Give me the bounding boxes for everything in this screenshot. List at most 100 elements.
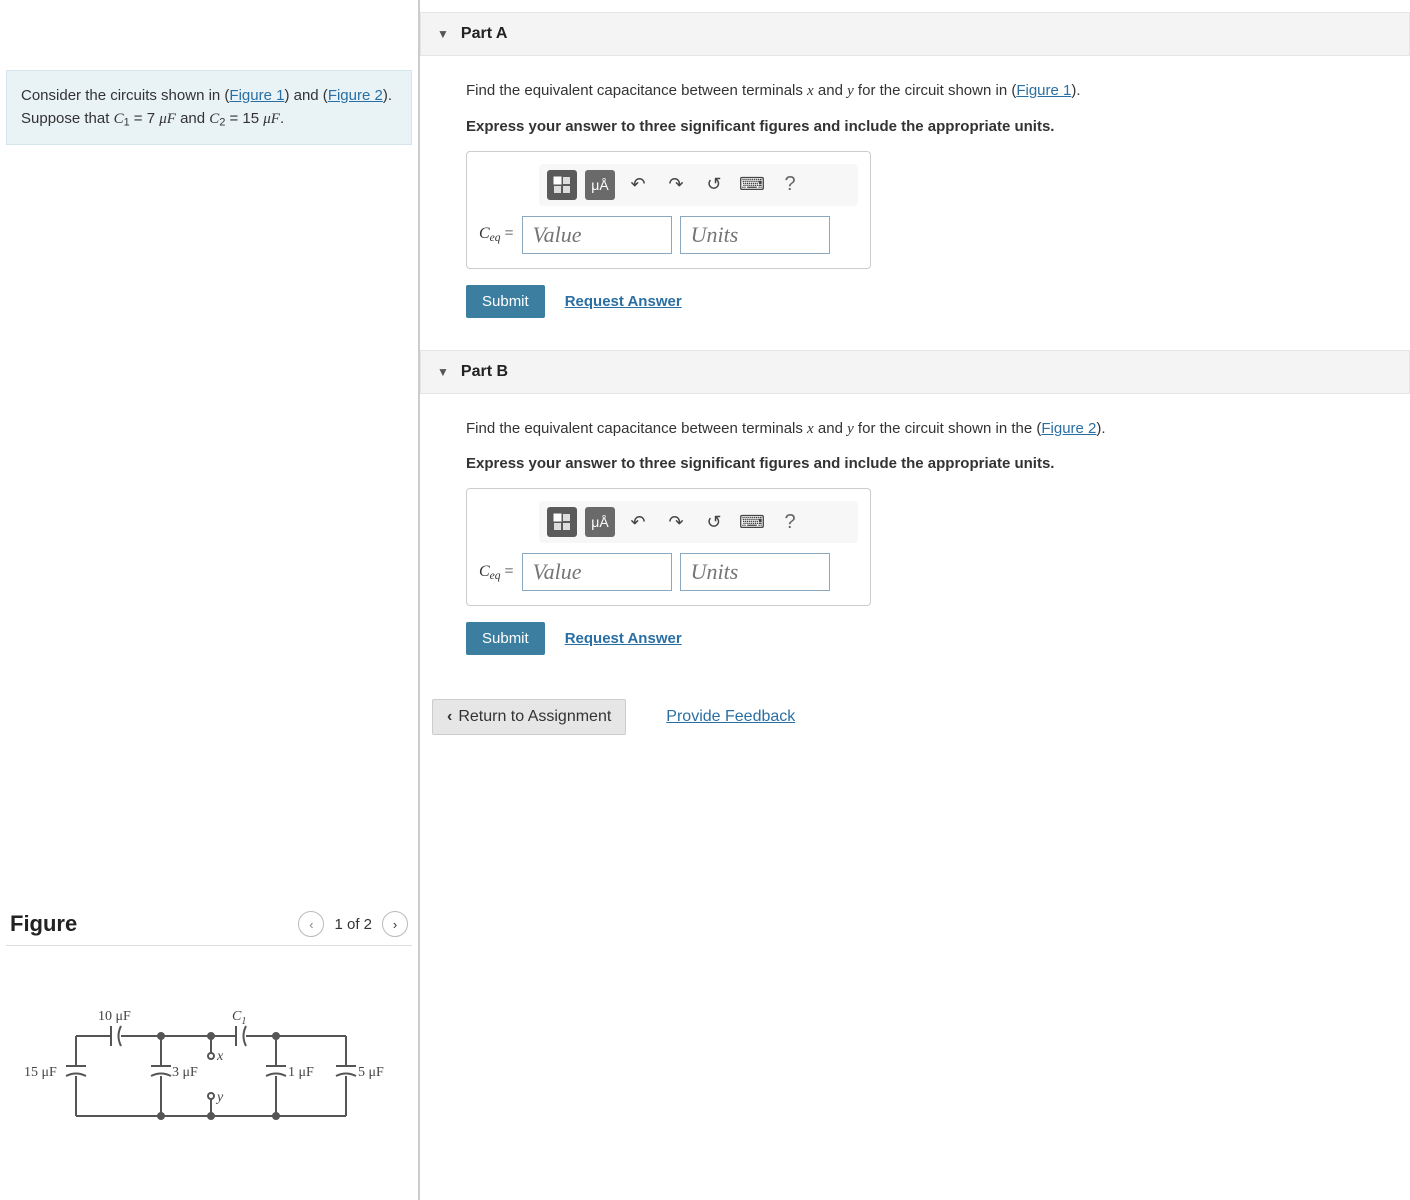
pb-y: y (847, 421, 854, 437)
part-a-answer-box: μÅ ↶ ↷ ↺ ⌨ ? Ceq = (466, 151, 871, 269)
fraction-icon (552, 513, 572, 531)
return-label: Return to Assignment (458, 708, 611, 726)
figure-2-link[interactable]: Figure 2 (328, 87, 383, 104)
part-b-submit-button[interactable]: Submit (466, 622, 545, 655)
chevron-left-icon: ‹ (309, 917, 313, 932)
part-b-instruction: Express your answer to three significant… (466, 455, 1380, 472)
help-label: ? (784, 511, 795, 534)
undo-button[interactable]: ↶ (623, 507, 653, 537)
part-b-toolbar: μÅ ↶ ↷ ↺ ⌨ ? (539, 501, 858, 543)
circuit-svg: 10 μF C1 15 μF 3 μF 1 μF 5 μF x y (16, 1006, 396, 1146)
pa-text-2: for the circuit shown in ( (854, 82, 1017, 99)
template-button[interactable] (547, 170, 577, 200)
keyboard-icon: ⌨ (739, 174, 765, 195)
figure-prev-button[interactable]: ‹ (298, 911, 324, 937)
undo-button[interactable]: ↶ (623, 170, 653, 200)
reset-icon: ↺ (706, 512, 721, 533)
and-text: and (176, 110, 209, 127)
part-a-value-input[interactable] (522, 216, 672, 254)
part-b-request-answer-link[interactable]: Request Answer (565, 630, 682, 647)
muF-1: μF (159, 111, 176, 127)
keyboard-button[interactable]: ⌨ (737, 507, 767, 537)
units-mu-button[interactable]: μÅ (585, 507, 615, 537)
part-a-actions: Submit Request Answer (466, 285, 1380, 318)
part-b-header[interactable]: ▼ Part B (420, 350, 1410, 394)
figure-title: Figure (10, 911, 77, 937)
part-a-input-row: Ceq = (479, 216, 858, 254)
mu-a-label: μÅ (591, 514, 608, 530)
pb-text-1: Find the equivalent capacitance between … (466, 420, 807, 437)
problem-text-3: ). (383, 87, 392, 104)
cap-3uf-label: 3 μF (172, 1065, 198, 1080)
undo-icon: ↶ (630, 512, 645, 533)
part-a-title: Part A (461, 25, 508, 43)
pb-figure-link[interactable]: Figure 2 (1041, 420, 1096, 437)
redo-button[interactable]: ↷ (661, 170, 691, 200)
figure-nav: ‹ 1 of 2 › (298, 911, 408, 937)
terminal-x-label: x (216, 1049, 224, 1064)
cap-15uf-label: 15 μF (24, 1065, 57, 1080)
cap-c1-sub: 1 (241, 1016, 246, 1027)
muF-2: μF (263, 111, 280, 127)
pb-text-2: for the circuit shown in the ( (854, 420, 1042, 437)
cap-5uf-label: 5 μF (358, 1065, 384, 1080)
reset-button[interactable]: ↺ (699, 507, 729, 537)
c1-val: = 7 (130, 110, 160, 127)
help-button[interactable]: ? (775, 507, 805, 537)
c2-symbol: C (209, 111, 219, 127)
reset-button[interactable]: ↺ (699, 170, 729, 200)
help-button[interactable]: ? (775, 170, 805, 200)
cap-1uf-label: 1 μF (288, 1065, 314, 1080)
redo-icon: ↷ (668, 512, 683, 533)
part-b-value-input[interactable] (522, 553, 672, 591)
footer-row: ‹ Return to Assignment Provide Feedback (420, 675, 1410, 735)
figure-counter: 1 of 2 (334, 916, 372, 933)
part-a-header[interactable]: ▼ Part A (420, 12, 1410, 56)
pb-text-3: ). (1096, 420, 1105, 437)
part-a-units-input[interactable] (680, 216, 830, 254)
part-b-input-row: Ceq = (479, 553, 858, 591)
ceq-label-a: Ceq = (479, 225, 514, 244)
template-button[interactable] (547, 507, 577, 537)
c2-val: = 15 (225, 110, 263, 127)
return-to-assignment-button[interactable]: ‹ Return to Assignment (432, 699, 626, 735)
problem-text-2: ) and ( (284, 87, 327, 104)
figure-next-button[interactable]: › (382, 911, 408, 937)
part-a-request-answer-link[interactable]: Request Answer (565, 293, 682, 310)
part-a-toolbar: μÅ ↶ ↷ ↺ ⌨ ? (539, 164, 858, 206)
provide-feedback-link[interactable]: Provide Feedback (666, 708, 795, 726)
ceq-label-b: Ceq = (479, 563, 514, 582)
units-mu-button[interactable]: μÅ (585, 170, 615, 200)
terminal-y-label: y (215, 1090, 224, 1105)
keyboard-button[interactable]: ⌨ (737, 170, 767, 200)
part-b-units-input[interactable] (680, 553, 830, 591)
problem-text-1: Consider the circuits shown in ( (21, 87, 229, 104)
chevron-down-icon: ▼ (437, 27, 449, 41)
pa-and: and (814, 82, 847, 99)
part-a-instruction: Express your answer to three significant… (466, 118, 1380, 135)
part-a-body: Find the equivalent capacitance between … (420, 56, 1410, 338)
help-label: ? (784, 173, 795, 196)
pa-text-1: Find the equivalent capacitance between … (466, 82, 807, 99)
part-a-prompt: Find the equivalent capacitance between … (466, 80, 1380, 103)
part-b-actions: Submit Request Answer (466, 622, 1380, 655)
chevron-left-icon: ‹ (447, 708, 452, 726)
undo-icon: ↶ (630, 174, 645, 195)
cap-10uf-label: 10 μF (98, 1009, 131, 1024)
redo-icon: ↷ (668, 174, 683, 195)
part-b-body: Find the equivalent capacitance between … (420, 394, 1410, 676)
reset-icon: ↺ (706, 174, 721, 195)
figure-block: Figure ‹ 1 of 2 › (6, 901, 412, 1190)
pa-figure-link[interactable]: Figure 1 (1016, 82, 1071, 99)
figure-1-link[interactable]: Figure 1 (229, 87, 284, 104)
chevron-down-icon: ▼ (437, 365, 449, 379)
mu-a-label: μÅ (591, 177, 608, 193)
redo-button[interactable]: ↷ (661, 507, 691, 537)
period: . (280, 110, 284, 127)
part-b-title: Part B (461, 363, 508, 381)
part-a-submit-button[interactable]: Submit (466, 285, 545, 318)
right-panel: ▼ Part A Find the equivalent capacitance… (420, 0, 1410, 1200)
pb-x: x (807, 421, 814, 437)
keyboard-icon: ⌨ (739, 512, 765, 533)
circuit-figure: 10 μF C1 15 μF 3 μF 1 μF 5 μF x y (6, 946, 412, 1190)
